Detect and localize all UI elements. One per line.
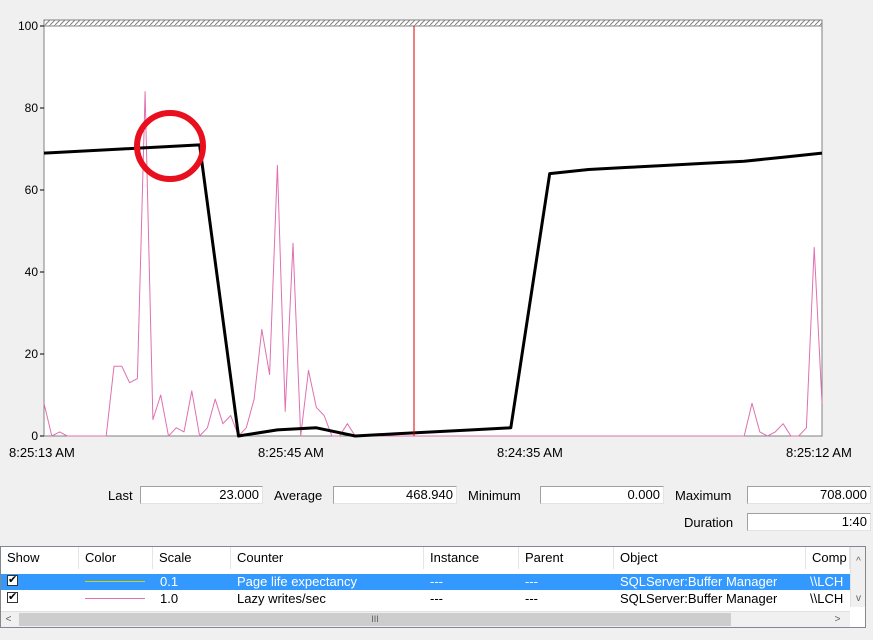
- performance-chart: 0 20 40 60 80 100: [18, 19, 823, 443]
- average-label: Average: [274, 488, 323, 503]
- counter-name: Lazy writes/sec: [237, 591, 326, 606]
- maximum-label: Maximum: [675, 488, 732, 503]
- minimum-label: Minimum: [468, 488, 521, 503]
- column-header-parent[interactable]: Parent: [519, 547, 614, 569]
- y-tick-label: 80: [25, 101, 39, 115]
- last-value: 23.000: [140, 486, 263, 504]
- counter-name: Page life expectancy: [237, 574, 357, 589]
- column-header-show[interactable]: Show: [1, 547, 79, 569]
- table-row[interactable]: ✔ 0.1 Page life expectancy --- --- SQLSe…: [1, 574, 850, 590]
- computer-value: \\LCH: [810, 591, 844, 606]
- average-value: 468.940: [333, 486, 457, 504]
- counter-table: Show Color Scale Counter Instance Parent…: [0, 546, 866, 628]
- duration-label: Duration: [684, 515, 734, 530]
- column-header-computer[interactable]: Comp: [806, 547, 850, 569]
- y-tick-label: 60: [25, 183, 39, 197]
- instance-value: ---: [430, 574, 443, 589]
- computer-value: \\LCH: [810, 574, 844, 589]
- column-header-counter[interactable]: Counter: [231, 547, 424, 569]
- chart-top-hatch: [43, 19, 823, 27]
- x-tick-label: 8:25:45 AM: [258, 445, 324, 460]
- color-swatch: [85, 598, 145, 599]
- show-checkbox[interactable]: ✔: [7, 592, 18, 603]
- show-checkbox[interactable]: ✔: [7, 575, 18, 586]
- column-header-object[interactable]: Object: [614, 547, 806, 569]
- object-value: SQLServer:Buffer Manager: [620, 591, 778, 606]
- scroll-up-icon[interactable]: ^: [851, 554, 865, 569]
- y-tick-label: 100: [18, 19, 38, 33]
- maximum-value: 708.000: [747, 486, 871, 504]
- minimum-value: 0.000: [540, 486, 664, 504]
- scroll-down-icon[interactable]: v: [851, 591, 865, 606]
- color-swatch: [85, 581, 145, 582]
- instance-value: ---: [430, 591, 443, 606]
- x-tick-label: 8:25:12 AM: [786, 445, 852, 460]
- y-tick-label: 20: [25, 347, 39, 361]
- y-tick-label: 0: [31, 429, 38, 443]
- column-header-scale[interactable]: Scale: [153, 547, 231, 569]
- y-tick-label: 40: [25, 265, 39, 279]
- scale-value: 0.1: [160, 574, 179, 589]
- x-tick-label: 8:25:13 AM: [9, 445, 75, 460]
- object-value: SQLServer:Buffer Manager: [620, 574, 778, 589]
- last-label: Last: [108, 488, 133, 503]
- horizontal-scroll-thumb[interactable]: III: [19, 613, 731, 626]
- x-tick-label: 8:24:35 AM: [497, 445, 563, 460]
- parent-value: ---: [525, 574, 538, 589]
- table-row[interactable]: ✔ 1.0 Lazy writes/sec --- --- SQLServer:…: [1, 591, 850, 607]
- scale-value: 1.0: [160, 591, 179, 606]
- duration-value: 1:40: [747, 513, 871, 531]
- column-header-instance[interactable]: Instance: [424, 547, 519, 569]
- parent-value: ---: [525, 591, 538, 606]
- scroll-right-icon[interactable]: >: [830, 612, 845, 627]
- chart-plot-area: [43, 19, 823, 437]
- scroll-left-icon[interactable]: <: [1, 612, 16, 627]
- horizontal-scrollbar[interactable]: < III >: [1, 611, 850, 627]
- column-header-color[interactable]: Color: [79, 547, 153, 569]
- y-axis: 0 20 40 60 80 100: [18, 19, 44, 443]
- vertical-scrollbar[interactable]: ^ v: [850, 547, 865, 607]
